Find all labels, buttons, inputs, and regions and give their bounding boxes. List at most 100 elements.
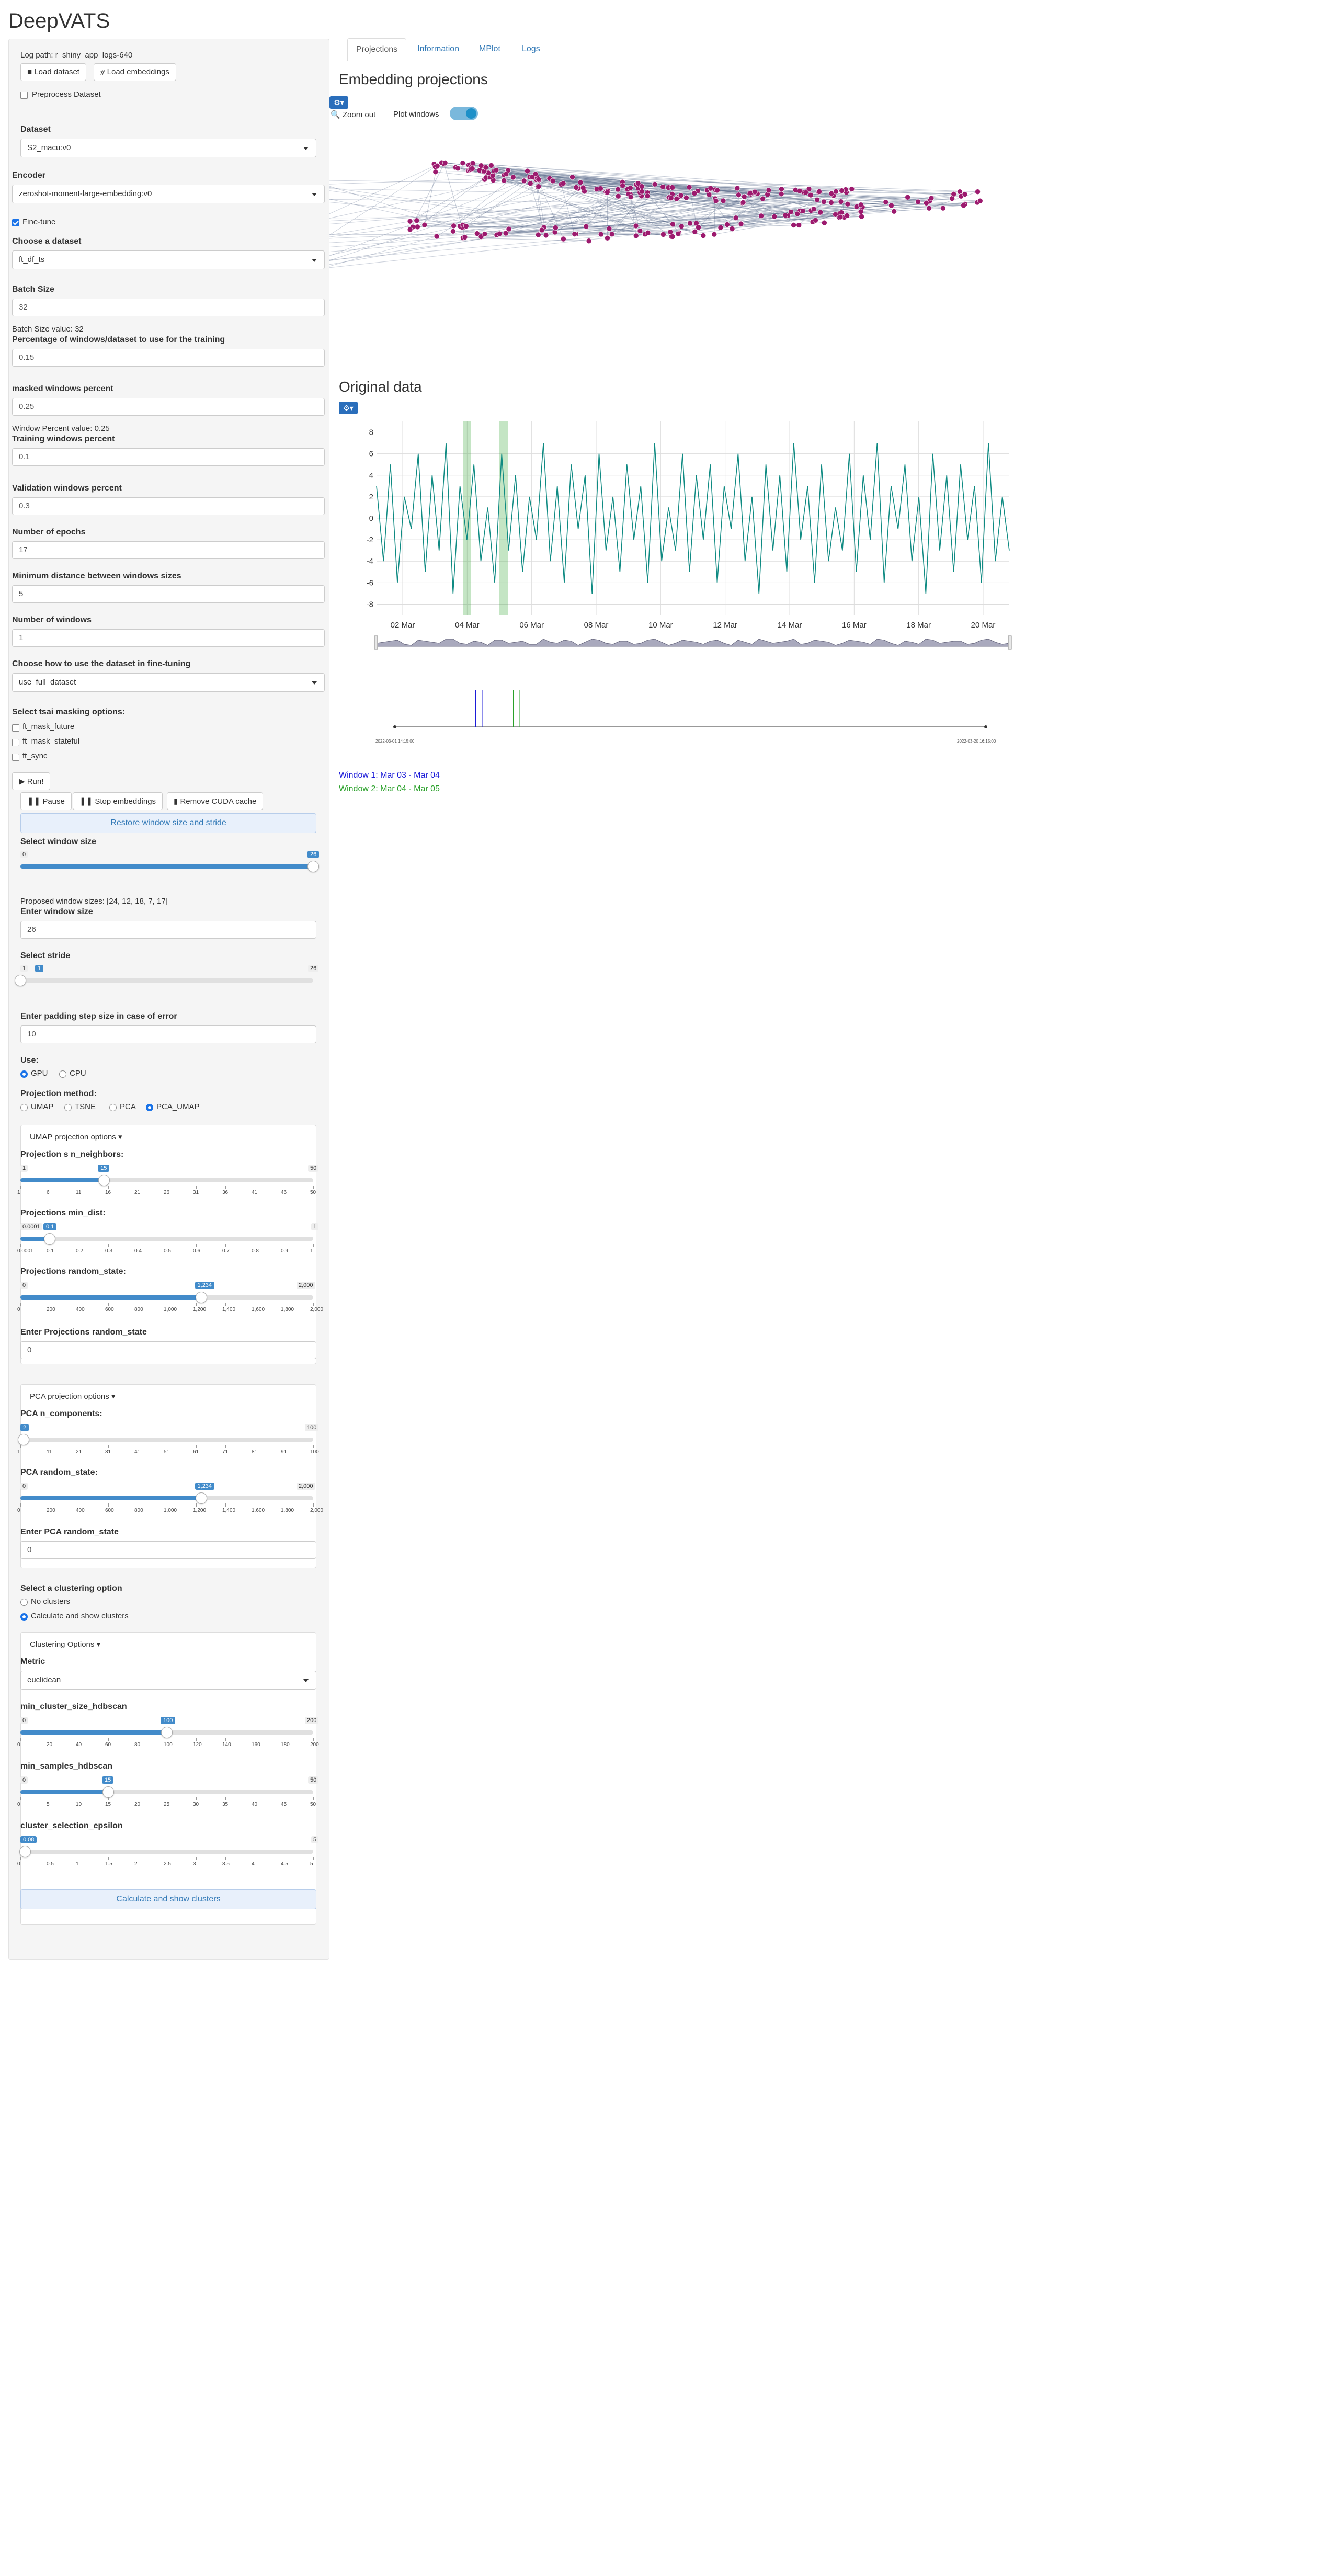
projection-point bbox=[609, 231, 615, 237]
ft-sync-checkbox[interactable] bbox=[12, 754, 19, 761]
pcan-track[interactable] bbox=[20, 1438, 313, 1442]
encoder-select[interactable]: zeroshot-moment-large-embedding:v0 bbox=[12, 185, 325, 203]
projection-point bbox=[766, 187, 772, 193]
slider-tick-label: 800 bbox=[134, 1307, 143, 1313]
projection-point bbox=[740, 199, 746, 206]
slider-tick-label: 800 bbox=[134, 1508, 143, 1513]
pct-windows-input[interactable]: 0.15 bbox=[12, 349, 325, 367]
ft-sync-label: ft_sync bbox=[22, 751, 48, 760]
projection-point bbox=[434, 163, 440, 169]
load-embeddings-button[interactable]: ⧣ Load embeddings bbox=[94, 63, 176, 81]
win-size-min: 0 bbox=[20, 851, 28, 858]
pause-icon: ❚❚ bbox=[79, 797, 93, 806]
calc-clusters-radio[interactable] bbox=[20, 1613, 28, 1621]
calc-clusters-button[interactable]: Calculate and show clusters bbox=[20, 1889, 316, 1909]
projection-link bbox=[329, 225, 460, 256]
nn-handle[interactable] bbox=[98, 1175, 110, 1186]
embedding-scatter[interactable] bbox=[329, 136, 1009, 298]
enter-win-input[interactable]: 26 bbox=[20, 921, 316, 939]
cse-max: 5 bbox=[311, 1836, 319, 1843]
x-tick-label: 20 Mar bbox=[971, 621, 996, 630]
gpu-radio[interactable] bbox=[20, 1070, 28, 1078]
slider-tick bbox=[313, 1738, 314, 1741]
remove-cache-button[interactable]: ▮ Remove CUDA cache bbox=[167, 792, 264, 810]
win-size-handle[interactable] bbox=[307, 861, 319, 872]
stride-handle[interactable] bbox=[15, 975, 26, 986]
min-dist-input[interactable]: 5 bbox=[12, 585, 325, 603]
nn-value: 15 bbox=[98, 1165, 110, 1172]
cse-handle[interactable] bbox=[19, 1846, 31, 1857]
pause-button[interactable]: ❚❚ Pause bbox=[20, 792, 72, 810]
plot-windows-toggle[interactable] bbox=[450, 107, 478, 120]
ms-handle[interactable] bbox=[102, 1786, 114, 1798]
batch-size-input[interactable]: 32 bbox=[12, 299, 325, 316]
masked-input[interactable]: 0.25 bbox=[12, 398, 325, 416]
pause-icon: ❚❚ bbox=[27, 797, 41, 806]
epochs-input[interactable]: 17 bbox=[12, 541, 325, 559]
clustering-toggle[interactable]: Clustering Options ▾ bbox=[30, 1639, 100, 1649]
zoom-out-button[interactable]: 🔍 Zoom out bbox=[331, 110, 375, 119]
restore-button[interactable]: Restore window size and stride bbox=[20, 813, 316, 833]
timeline-chart[interactable]: 2022-03-01 14:15:00 2022-03-20 16:15:00 bbox=[366, 680, 1020, 748]
run-button[interactable]: ▶ Run! bbox=[12, 772, 51, 790]
ft-mask-stateful-checkbox[interactable] bbox=[12, 739, 19, 746]
embedding-title: Embedding projections bbox=[339, 71, 488, 87]
num-windows-input[interactable]: 1 bbox=[12, 629, 325, 647]
tab-information[interactable]: Information bbox=[409, 38, 468, 61]
dataset-label: Dataset bbox=[20, 125, 51, 134]
preprocess-checkbox[interactable] bbox=[20, 92, 28, 99]
projection-point bbox=[674, 196, 680, 202]
pca-radio[interactable] bbox=[109, 1104, 117, 1111]
validation-input[interactable]: 0.3 bbox=[12, 497, 325, 515]
slider-tick-label: 15 bbox=[105, 1802, 111, 1807]
metric-select[interactable]: euclidean bbox=[20, 1671, 316, 1690]
use-dataset-select[interactable]: use_full_dataset bbox=[12, 673, 325, 692]
cse-track[interactable] bbox=[20, 1850, 313, 1854]
slider-tick-label: 50 bbox=[310, 1802, 316, 1807]
cpu-radio[interactable] bbox=[59, 1070, 66, 1078]
finetune-checkbox[interactable] bbox=[12, 219, 19, 226]
slider-tick-label: 600 bbox=[105, 1508, 114, 1513]
slider-tick-label: 600 bbox=[105, 1307, 114, 1313]
pca-toggle[interactable]: PCA projection options ▾ bbox=[30, 1392, 115, 1401]
projection-point bbox=[800, 208, 806, 214]
padding-input[interactable]: 10 bbox=[20, 1025, 316, 1043]
pcars-handle[interactable] bbox=[195, 1492, 207, 1504]
pcars-enter-input[interactable]: 0 bbox=[20, 1541, 316, 1559]
gear-dropdown-button-2[interactable]: ⚙▾ bbox=[339, 402, 358, 414]
mcs-handle[interactable] bbox=[161, 1727, 173, 1738]
umap-toggle[interactable]: UMAP projection options ▾ bbox=[30, 1132, 122, 1142]
pcan-handle[interactable] bbox=[17, 1434, 29, 1445]
stride-track[interactable] bbox=[20, 978, 313, 983]
stop-button[interactable]: ❚❚ Stop embeddings bbox=[73, 792, 163, 810]
projection-point bbox=[905, 194, 910, 200]
pca-umap-radio[interactable] bbox=[146, 1104, 153, 1111]
slider-tick-label: 5 bbox=[310, 1861, 313, 1867]
ft-mask-future-checkbox[interactable] bbox=[12, 724, 19, 732]
training-input[interactable]: 0.1 bbox=[12, 448, 325, 466]
tab-mplot[interactable]: MPlot bbox=[471, 38, 509, 61]
md-track[interactable] bbox=[20, 1237, 313, 1241]
projection-point bbox=[615, 193, 621, 199]
slider-tick-label: 40 bbox=[252, 1802, 258, 1807]
gear-dropdown-button[interactable]: ⚙▾ bbox=[329, 96, 348, 109]
mcs-max: 200 bbox=[305, 1717, 319, 1724]
projection-point bbox=[529, 174, 535, 180]
slider-tick-label: 0.4 bbox=[134, 1248, 142, 1254]
pause-label: Pause bbox=[42, 797, 65, 806]
tab-projections[interactable]: Projections bbox=[347, 38, 407, 61]
md-handle[interactable] bbox=[44, 1233, 55, 1245]
choose-dataset-select[interactable]: ft_df_ts bbox=[12, 250, 325, 269]
original-data-chart[interactable]: 8 6 4 2 0 -2 -4 -6 -8 02 Mar 04 Mar 06 Mar 08 Mar 10 … bbox=[366, 413, 1020, 654]
no-clusters-radio[interactable] bbox=[20, 1599, 28, 1606]
umap-radio[interactable] bbox=[20, 1104, 28, 1111]
tab-logs[interactable]: Logs bbox=[514, 38, 549, 61]
rs-enter-input[interactable]: 0 bbox=[20, 1341, 316, 1359]
tsne-label: TSNE bbox=[75, 1102, 96, 1111]
rs-handle[interactable] bbox=[195, 1292, 207, 1303]
load-dataset-button[interactable]: ■ Load dataset bbox=[20, 63, 86, 81]
tsne-radio[interactable] bbox=[64, 1104, 72, 1111]
projection-point bbox=[758, 213, 764, 219]
projection-point bbox=[975, 189, 981, 195]
dataset-select[interactable]: S2_macu:v0 bbox=[20, 139, 316, 157]
